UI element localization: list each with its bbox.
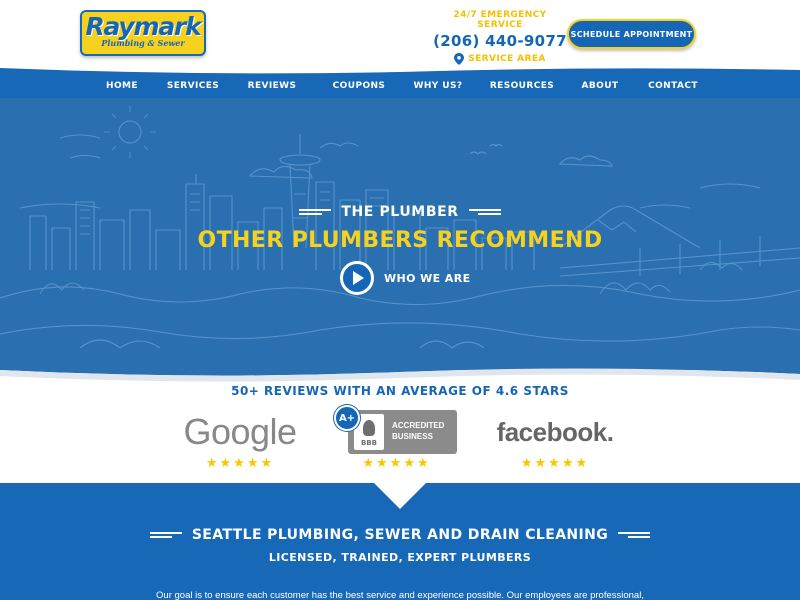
logo-wordmark: Raymark bbox=[85, 12, 201, 41]
decorative-lines bbox=[299, 208, 332, 216]
hero-kicker-row: THE PLUMBER bbox=[0, 204, 800, 220]
google-reviews-card[interactable]: Google ★★★★★ bbox=[180, 410, 300, 472]
bbb-star-rating: ★★★★★ bbox=[362, 456, 431, 471]
decorative-lines bbox=[468, 208, 501, 216]
bbb-badge-box: BBB ACCREDITED BUSINESS bbox=[348, 410, 457, 454]
section-title: SEATTLE PLUMBING, SEWER AND DRAIN CLEANI… bbox=[191, 527, 609, 543]
play-button[interactable] bbox=[340, 261, 374, 295]
bbb-label-line1: ACCREDITED bbox=[392, 421, 445, 430]
facebook-reviews-card[interactable]: facebook. ★★★★★ bbox=[495, 410, 615, 472]
play-icon bbox=[353, 271, 364, 285]
google-logo: Google bbox=[183, 411, 297, 452]
decorative-lines bbox=[149, 531, 182, 539]
hero-wave-decoration bbox=[0, 358, 800, 382]
bbb-label-line2: BUSINESS bbox=[392, 432, 433, 441]
hero-headline: OTHER PLUMBERS RECOMMEND bbox=[197, 228, 603, 253]
intro-paragraph: Our goal is to ensure each customer has … bbox=[156, 590, 644, 600]
main-nav: HOME SERVICES REVIEWS COUPONS WHY US? RE… bbox=[0, 74, 800, 98]
emergency-service-label: 24/7 EMERGENCY SERVICE bbox=[453, 10, 547, 30]
bbb-accreditation-badge[interactable]: BBB ACCREDITED BUSINESS A+ bbox=[334, 405, 459, 454]
decorative-lines bbox=[618, 531, 651, 539]
nav-item-coupons[interactable]: COUPONS bbox=[333, 74, 386, 98]
bbb-rating-badge: A+ bbox=[334, 405, 360, 431]
schedule-appointment-button[interactable]: SCHEDULE APPOINTMENT bbox=[567, 19, 696, 49]
hero-kicker: THE PLUMBER bbox=[341, 204, 459, 220]
reviews-heading: 50+ REVIEWS WITH AN AVERAGE OF 4.6 STARS bbox=[231, 384, 569, 398]
video-label: WHO WE ARE bbox=[384, 271, 471, 285]
section-subtitle: LICENSED, TRAINED, EXPERT PLUMBERS bbox=[268, 551, 532, 564]
nav-item-home[interactable]: HOME bbox=[106, 74, 138, 98]
google-star-rating: ★★★★★ bbox=[205, 456, 275, 471]
facebook-star-rating: ★★★★★ bbox=[520, 456, 590, 471]
bbb-mark: BBB bbox=[360, 439, 377, 447]
phone-number-link[interactable]: (206) 440-9077 bbox=[430, 32, 570, 50]
nav-item-why-us[interactable]: WHY US? bbox=[414, 74, 463, 98]
nav-item-services[interactable]: SERVICES bbox=[167, 74, 219, 98]
facebook-logo: facebook. bbox=[496, 417, 614, 447]
nav-item-reviews[interactable]: REVIEWS bbox=[248, 74, 297, 98]
nav-item-contact[interactable]: CONTACT bbox=[648, 74, 698, 98]
hero-banner: THE PLUMBER OTHER PLUMBERS RECOMMEND WHO… bbox=[0, 98, 800, 370]
bbb-label: ACCREDITED BUSINESS bbox=[392, 420, 444, 442]
seo-title-row: SEATTLE PLUMBING, SEWER AND DRAIN CLEANI… bbox=[0, 527, 800, 543]
section-pointer-decoration bbox=[374, 483, 426, 509]
nav-item-resources[interactable]: RESOURCES bbox=[490, 74, 554, 98]
who-we-are-video-link[interactable]: WHO WE ARE bbox=[340, 260, 471, 296]
nav-item-about[interactable]: ABOUT bbox=[582, 74, 619, 98]
raymark-logo[interactable]: Raymark Plumbing & Sewer bbox=[80, 10, 206, 56]
